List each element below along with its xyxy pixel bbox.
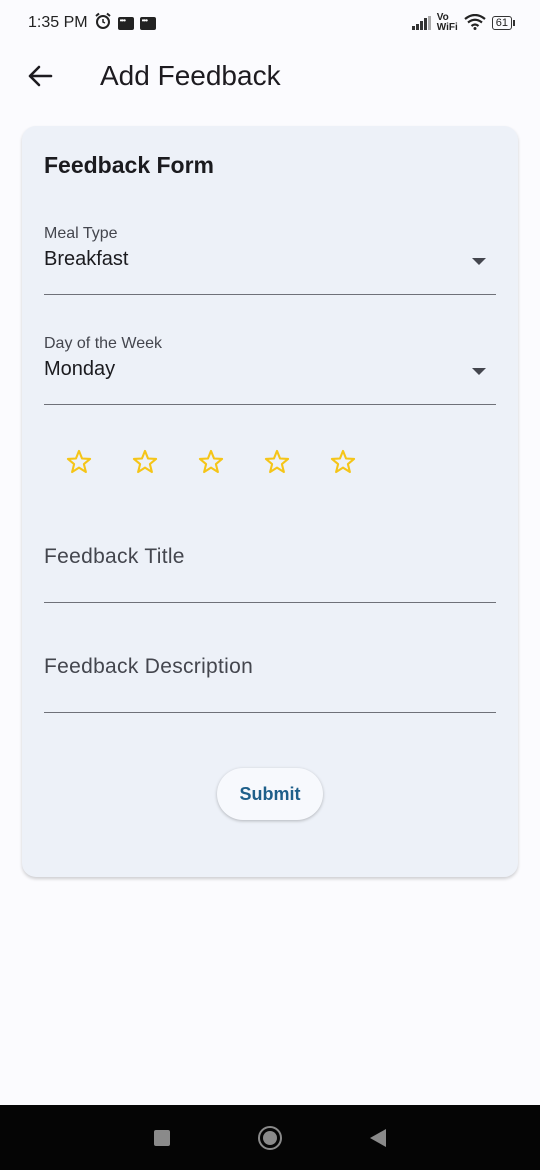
vowifi-bottom: WiFi — [436, 22, 458, 33]
recent-apps-icon[interactable] — [154, 1129, 170, 1146]
message-icon — [117, 16, 134, 30]
system-nav-bar — [0, 1105, 540, 1170]
battery-icon: 61 — [491, 16, 516, 30]
star-icon[interactable] — [322, 442, 364, 482]
meal-type-dropdown[interactable]: Meal Type Breakfast — [44, 222, 496, 295]
wifi-icon — [464, 13, 486, 33]
feedback-title-placeholder: Feedback Title — [44, 545, 185, 568]
app-bar: Add Feedback — [0, 46, 540, 106]
star-icon[interactable] — [256, 442, 298, 482]
back-button[interactable] — [20, 56, 60, 96]
star-rating — [58, 442, 364, 482]
star-icon[interactable] — [124, 442, 166, 482]
page-title: Add Feedback — [100, 60, 281, 91]
dropdown-arrow-icon — [472, 258, 486, 265]
form-title: Feedback Form — [44, 152, 214, 178]
star-icon[interactable] — [190, 442, 232, 482]
status-left: 1:35 PM — [28, 12, 156, 35]
alarm-icon — [94, 12, 112, 35]
day-of-week-value: Monday — [44, 358, 116, 380]
feedback-title-input[interactable]: Feedback Title — [44, 532, 496, 603]
dropdown-arrow-icon — [472, 368, 486, 375]
home-icon[interactable] — [258, 1125, 282, 1150]
status-bar: 1:35 PM Vo WiFi 61 — [0, 0, 540, 46]
day-of-week-dropdown[interactable]: Day of the Week Monday — [44, 332, 496, 405]
arrow-left-icon — [28, 65, 53, 87]
message-icon — [139, 16, 156, 30]
vowifi-label: Vo WiFi — [437, 13, 458, 33]
signal-icon — [411, 16, 431, 30]
meal-type-value: Breakfast — [44, 248, 129, 270]
back-icon[interactable] — [370, 1128, 386, 1147]
day-of-week-label: Day of the Week — [44, 335, 162, 352]
feedback-description-input[interactable]: Feedback Description — [44, 642, 496, 713]
submit-button[interactable]: Submit — [217, 768, 323, 820]
meal-type-label: Meal Type — [44, 225, 118, 242]
feedback-description-placeholder: Feedback Description — [44, 655, 254, 678]
status-right: Vo WiFi 61 — [411, 13, 516, 33]
feedback-form-card: Feedback Form Meal Type Breakfast Day of… — [22, 126, 518, 877]
star-icon[interactable] — [58, 442, 100, 482]
status-time: 1:35 PM — [28, 14, 88, 31]
